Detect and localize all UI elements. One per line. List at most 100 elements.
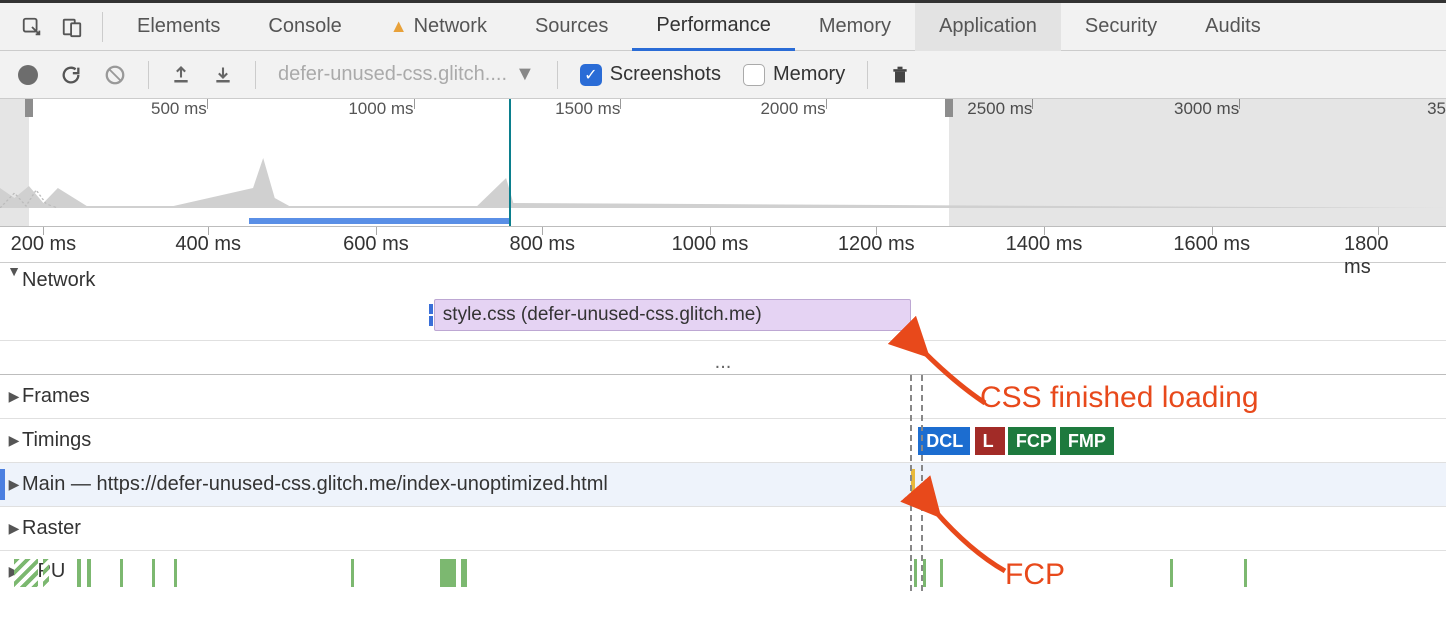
ruler-tick-label: 1400 ms bbox=[1006, 233, 1083, 256]
timing-badge-fmp[interactable]: FMP bbox=[1060, 427, 1114, 455]
gpu-activity[interactable] bbox=[1244, 559, 1247, 587]
tab-audits[interactable]: Audits bbox=[1181, 3, 1285, 51]
checkbox-unchecked-icon bbox=[743, 64, 765, 86]
track-resize-handle[interactable]: ... bbox=[0, 341, 1446, 375]
tab-network[interactable]: ▲ Network bbox=[366, 3, 511, 51]
tab-label: Elements bbox=[137, 15, 220, 38]
load-profile-button[interactable] bbox=[171, 65, 191, 85]
disclosure-triangle-icon[interactable]: ▶ bbox=[0, 432, 22, 449]
track-network[interactable]: ▼ Network style.css (defer-unused-css.gl… bbox=[0, 263, 1446, 341]
gpu-activity[interactable] bbox=[351, 559, 354, 587]
checkbox-checked-icon: ✓ bbox=[580, 64, 602, 86]
track-main-label: Main — https://defer-unused-css.glitch.m… bbox=[22, 473, 608, 496]
chevron-down-icon: ▼ bbox=[515, 63, 535, 86]
tab-label: Application bbox=[939, 15, 1037, 38]
disclosure-triangle-icon[interactable]: ▶ bbox=[0, 388, 22, 405]
request-start-marker bbox=[429, 316, 433, 326]
overview-network-bar bbox=[249, 218, 509, 224]
tab-separator bbox=[102, 12, 103, 42]
ruler-tick-label: 1600 ms bbox=[1173, 233, 1250, 256]
reload-button[interactable] bbox=[60, 64, 82, 86]
track-raster-label: Raster bbox=[22, 517, 81, 540]
overview-tick bbox=[207, 99, 208, 109]
tab-label: Audits bbox=[1205, 15, 1261, 38]
tab-security[interactable]: Security bbox=[1061, 3, 1181, 51]
record-button[interactable] bbox=[18, 65, 38, 85]
tab-label: Network bbox=[414, 15, 487, 38]
ruler-tick-label: 800 ms bbox=[509, 233, 575, 256]
tab-application[interactable]: Application bbox=[915, 3, 1061, 51]
track-timings-label: Timings bbox=[22, 429, 91, 452]
gpu-activity[interactable] bbox=[43, 559, 49, 587]
detail-ruler[interactable]: 200 ms 400 ms 600 ms 800 ms 1000 ms 1200 ms 14… bbox=[0, 227, 1446, 263]
gpu-activity[interactable] bbox=[174, 559, 177, 587]
tab-memory[interactable]: Memory bbox=[795, 3, 915, 51]
gpu-activity[interactable] bbox=[1170, 559, 1173, 587]
ellipsis-icon: ... bbox=[715, 351, 732, 374]
save-profile-button[interactable] bbox=[213, 65, 233, 85]
ruler-tick-label: 200 ms bbox=[11, 233, 77, 256]
ruler-tick-label: 400 ms bbox=[175, 233, 241, 256]
ruler-tick-label: 1200 ms bbox=[838, 233, 915, 256]
overview-tick bbox=[620, 99, 621, 109]
gpu-activity[interactable] bbox=[152, 559, 155, 587]
delete-button[interactable] bbox=[890, 64, 910, 86]
overview-tick bbox=[414, 99, 415, 109]
ruler-tick-label: 600 ms bbox=[343, 233, 409, 256]
toolbar-separator bbox=[148, 61, 149, 89]
inspect-icon[interactable] bbox=[12, 7, 52, 47]
overview-cursor[interactable] bbox=[509, 99, 511, 226]
overview-tick-label: 1500 ms bbox=[555, 99, 620, 119]
network-request-bar[interactable]: style.css (defer-unused-css.glitch.me) bbox=[434, 299, 911, 331]
track-timings[interactable]: ▶ Timings DCLLFCPFMP bbox=[0, 419, 1446, 463]
gpu-activity[interactable] bbox=[461, 559, 467, 587]
annotation-css-finished: CSS finished loading bbox=[980, 381, 1259, 415]
warning-icon: ▲ bbox=[390, 16, 408, 37]
gpu-activity[interactable] bbox=[120, 559, 123, 587]
timing-badge-fcp[interactable]: FCP bbox=[1008, 427, 1056, 455]
performance-toolbar: defer-unused-css.glitch.... ▼ ✓ Screensh… bbox=[0, 51, 1446, 99]
device-toggle-icon[interactable] bbox=[52, 7, 92, 47]
gpu-activity[interactable] bbox=[440, 559, 456, 587]
clear-button[interactable] bbox=[104, 64, 126, 86]
tab-label: Console bbox=[268, 15, 341, 38]
gpu-activity[interactable] bbox=[87, 559, 91, 587]
overview-cpu-graph bbox=[0, 148, 1446, 208]
network-request-label: style.css (defer-unused-css.glitch.me) bbox=[443, 304, 762, 326]
annotation-arrow bbox=[925, 501, 1015, 589]
toolbar-separator bbox=[867, 61, 868, 89]
overview-handle-left[interactable] bbox=[25, 99, 33, 117]
ruler-tick-label: 1000 ms bbox=[672, 233, 749, 256]
overview-tick-label: 1000 ms bbox=[348, 99, 413, 119]
tab-console[interactable]: Console bbox=[244, 3, 365, 51]
devtools-tab-bar: Elements Console ▲ Network Sources Performanc… bbox=[0, 3, 1446, 51]
track-raster[interactable]: ▶ Raster bbox=[0, 507, 1446, 551]
disclosure-triangle-icon[interactable]: ▶ bbox=[0, 520, 22, 537]
screenshots-checkbox[interactable]: ✓ Screenshots bbox=[580, 63, 721, 86]
main-thread-activity[interactable] bbox=[911, 469, 915, 500]
tab-performance[interactable]: Performance bbox=[632, 3, 795, 51]
memory-label: Memory bbox=[773, 63, 845, 86]
tab-label: Security bbox=[1085, 15, 1157, 38]
memory-checkbox[interactable]: Memory bbox=[743, 63, 845, 86]
recording-dropdown[interactable]: defer-unused-css.glitch.... ▼ bbox=[278, 63, 535, 86]
overview-tick-label: 500 ms bbox=[151, 99, 207, 119]
toolbar-separator bbox=[557, 61, 558, 89]
tab-elements[interactable]: Elements bbox=[113, 3, 244, 51]
track-main-indicator bbox=[0, 469, 5, 500]
overview-handle-right[interactable] bbox=[945, 99, 953, 117]
track-frames-label: Frames bbox=[22, 385, 90, 408]
timing-badge-dcl[interactable]: DCL bbox=[918, 427, 970, 455]
tab-label: Sources bbox=[535, 15, 608, 38]
gpu-activity[interactable] bbox=[914, 559, 917, 587]
tab-sources[interactable]: Sources bbox=[511, 3, 632, 51]
timeline-overview[interactable]: 500 ms1000 ms1500 ms2000 ms2500 ms3000 m… bbox=[0, 99, 1446, 227]
gpu-activity[interactable] bbox=[77, 559, 81, 587]
disclosure-triangle-icon[interactable]: ▼ bbox=[0, 263, 22, 279]
track-main[interactable]: ▶ Main — https://defer-unused-css.glitch… bbox=[0, 463, 1446, 507]
tab-label: Performance bbox=[656, 14, 771, 37]
screenshots-label: Screenshots bbox=[610, 63, 721, 86]
track-gpu[interactable]: ▶ GPU bbox=[0, 551, 1446, 591]
gpu-activity[interactable] bbox=[14, 559, 38, 587]
timing-badge-l[interactable]: L bbox=[975, 427, 1005, 455]
